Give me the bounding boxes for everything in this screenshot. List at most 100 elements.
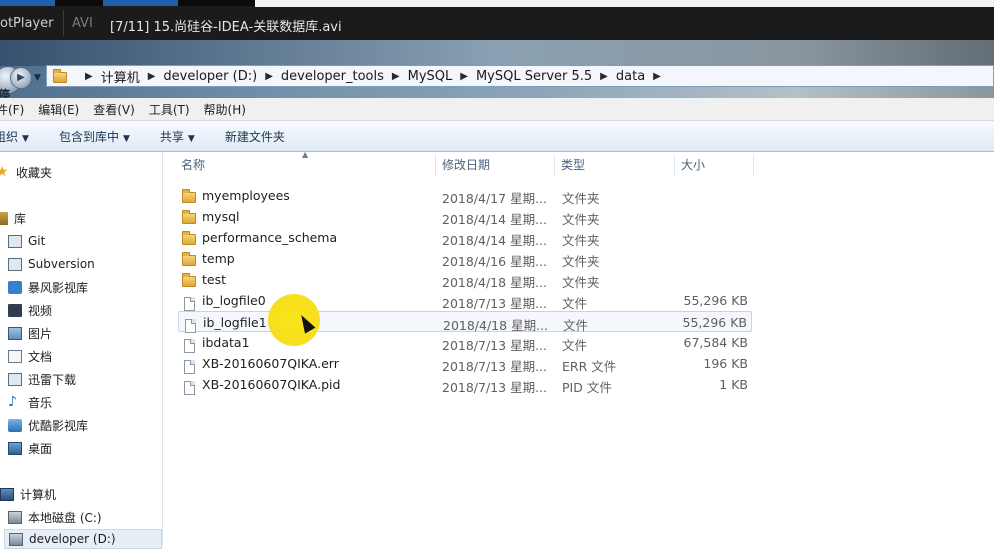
file-row[interactable]: ib_logfile0 2018/7/13 星期... 文件 55,296 KB xyxy=(178,290,752,311)
chevron-right-icon[interactable]: ▶ xyxy=(460,71,468,82)
sidebar-item-subversion[interactable]: Subversion xyxy=(8,254,95,274)
chevron-right-icon[interactable]: ▶ xyxy=(148,71,156,82)
player-app-name: otPlayer xyxy=(0,16,54,31)
file-type: ERR 文件 xyxy=(562,359,617,374)
player-video-title: [7/11] 15.尚硅谷-IDEA-关联数据库.avi xyxy=(110,20,342,35)
sidebar-item-label: 文档 xyxy=(28,349,53,364)
breadcrumb-data[interactable]: data xyxy=(616,69,645,84)
desktop-icon xyxy=(8,441,22,455)
sidebar-item-desktop[interactable]: 桌面 xyxy=(8,438,52,458)
sidebar-item-local-disk-c[interactable]: 本地磁盘 (C:) xyxy=(8,507,102,527)
organize-button[interactable]: 组织 ▼ xyxy=(0,128,29,145)
column-header-date[interactable]: 修改日期 xyxy=(436,152,554,178)
document-icon xyxy=(8,349,22,363)
menu-view[interactable]: 查看(V) xyxy=(93,101,135,118)
new-folder-button[interactable]: 新建文件夹 xyxy=(225,128,285,145)
sidebar-item-computer[interactable]: 计算机 xyxy=(0,484,56,504)
menu-edit[interactable]: 编辑(E) xyxy=(38,101,79,118)
file-row[interactable]: XB-20160607QIKA.err 2018/7/13 星期... ERR … xyxy=(178,353,752,374)
sidebar-item-label: developer (D:) xyxy=(29,532,116,546)
menu-help[interactable]: 帮助(H) xyxy=(204,101,246,118)
sidebar-item-label: 收藏夹 xyxy=(16,165,53,180)
breadcrumb-mysql[interactable]: MySQL xyxy=(408,69,453,84)
address-bar[interactable]: ▶ 计算机 ▶ developer (D:) ▶ developer_tools… xyxy=(46,65,994,87)
picture-icon xyxy=(8,326,22,340)
sidebar-item-pictures[interactable]: 图片 xyxy=(8,323,52,343)
file-type: 文件夹 xyxy=(562,233,600,248)
navigation-pane: ★ 收藏夹 库 Git Subversion 暴风影视库 视频 图片 文档 迅雷… xyxy=(0,152,163,549)
sidebar-item-git[interactable]: Git xyxy=(8,231,45,251)
taskbar-tab[interactable] xyxy=(0,0,55,6)
recent-pages-dropdown-icon[interactable]: ▼ xyxy=(34,73,41,83)
breadcrumb-computer[interactable]: 计算机 xyxy=(101,67,140,86)
explorer-header: ▶ 停 ▼ ▶ 计算机 ▶ developer (D:) ▶ developer… xyxy=(0,40,994,102)
include-in-library-button[interactable]: 包含到库中 ▼ xyxy=(59,128,130,145)
file-name: ib_logfile1 xyxy=(203,315,267,330)
file-icon xyxy=(182,378,196,395)
sidebar-item-label: 本地磁盘 (C:) xyxy=(28,510,102,525)
file-type: 文件夹 xyxy=(562,212,600,227)
sidebar-item-youku-library[interactable]: 优酷影视库 xyxy=(8,415,88,435)
breadcrumb-developer-tools[interactable]: developer_tools xyxy=(281,69,384,84)
file-date: 2018/4/18 星期... xyxy=(442,275,547,290)
folder-icon xyxy=(182,210,196,224)
sidebar-item-baofeng-library[interactable]: 暴风影视库 xyxy=(8,277,88,297)
subversion-library-icon xyxy=(8,257,22,271)
file-row[interactable]: mysql 2018/4/14 星期... 文件夹 xyxy=(178,206,752,227)
chevron-right-icon[interactable]: ▶ xyxy=(600,71,608,82)
file-name: ib_logfile0 xyxy=(202,293,266,308)
file-size: 55,296 KB xyxy=(682,315,747,330)
file-row[interactable]: myemployees 2018/4/17 星期... 文件夹 xyxy=(178,185,752,206)
file-row[interactable]: performance_schema 2018/4/14 星期... 文件夹 xyxy=(178,227,752,248)
sidebar-item-library[interactable]: 库 xyxy=(0,208,26,228)
file-name: XB-20160607QIKA.pid xyxy=(202,377,341,392)
file-date: 2018/4/17 星期... xyxy=(442,191,547,206)
chevron-right-icon[interactable]: ▶ xyxy=(392,71,400,82)
file-name: temp xyxy=(202,251,235,266)
column-divider[interactable] xyxy=(753,154,754,176)
sidebar-item-favorites[interactable]: ★ 收藏夹 xyxy=(0,162,52,182)
breadcrumb-mysql-server[interactable]: MySQL Server 5.5 xyxy=(476,69,592,84)
include-in-library-label: 包含到库中 xyxy=(58,129,119,144)
command-bar: 组织 ▼ 包含到库中 ▼ 共享 ▼ 新建文件夹 xyxy=(0,121,994,152)
file-icon xyxy=(182,294,196,311)
file-date: 2018/4/14 星期... xyxy=(442,212,547,227)
file-row[interactable]: test 2018/4/18 星期... 文件夹 xyxy=(178,269,752,290)
column-header-type[interactable]: 类型 xyxy=(555,152,674,178)
sidebar-item-label: Git xyxy=(28,234,46,248)
file-type: 文件 xyxy=(562,296,588,311)
sidebar-item-videos[interactable]: 视频 xyxy=(8,300,52,320)
chevron-right-icon[interactable]: ▶ xyxy=(653,71,661,82)
video-icon xyxy=(8,303,22,317)
baofeng-library-icon xyxy=(8,280,22,294)
column-header-size[interactable]: 大小 xyxy=(675,152,753,178)
file-date: 2018/7/13 星期... xyxy=(442,380,547,395)
folder-icon xyxy=(53,68,69,83)
file-row[interactable]: XB-20160607QIKA.pid 2018/7/13 星期... PID … xyxy=(178,374,752,395)
sidebar-item-label: 音乐 xyxy=(28,395,53,410)
file-row-selected[interactable]: ib_logfile1 2018/4/18 星期... 文件 55,296 KB xyxy=(178,311,752,333)
file-type: 文件夹 xyxy=(562,275,600,290)
breadcrumb-drive[interactable]: developer (D:) xyxy=(163,69,257,84)
menu-tools[interactable]: 工具(T) xyxy=(149,101,190,118)
file-row[interactable]: temp 2018/4/16 星期... 文件夹 xyxy=(178,248,752,269)
sidebar-item-documents[interactable]: 文档 xyxy=(8,346,52,366)
share-button[interactable]: 共享 ▼ xyxy=(160,128,195,145)
file-size: 196 KB xyxy=(703,356,748,371)
taskbar-tab[interactable] xyxy=(103,0,178,6)
sidebar-item-developer-d[interactable]: developer (D:) xyxy=(4,529,162,549)
sidebar-item-music[interactable]: ♪ 音乐 xyxy=(8,392,52,412)
file-icon xyxy=(183,316,197,333)
chevron-right-icon[interactable]: ▶ xyxy=(85,71,93,82)
menu-file[interactable]: 件(F) xyxy=(0,101,24,118)
column-header-name[interactable]: 名称 xyxy=(175,152,435,178)
chevron-right-icon[interactable]: ▶ xyxy=(265,71,273,82)
drive-icon xyxy=(8,510,22,524)
sidebar-item-xunlei-downloads[interactable]: 迅雷下载 xyxy=(8,369,76,389)
glass-band xyxy=(0,40,994,66)
forward-button[interactable]: ▶ xyxy=(10,67,32,89)
chevron-down-icon: ▼ xyxy=(122,133,130,144)
organize-label: 组织 xyxy=(0,129,19,144)
file-row[interactable]: ibdata1 2018/7/13 星期... 文件 67,584 KB xyxy=(178,332,752,353)
sidebar-item-label: 迅雷下载 xyxy=(28,372,77,387)
